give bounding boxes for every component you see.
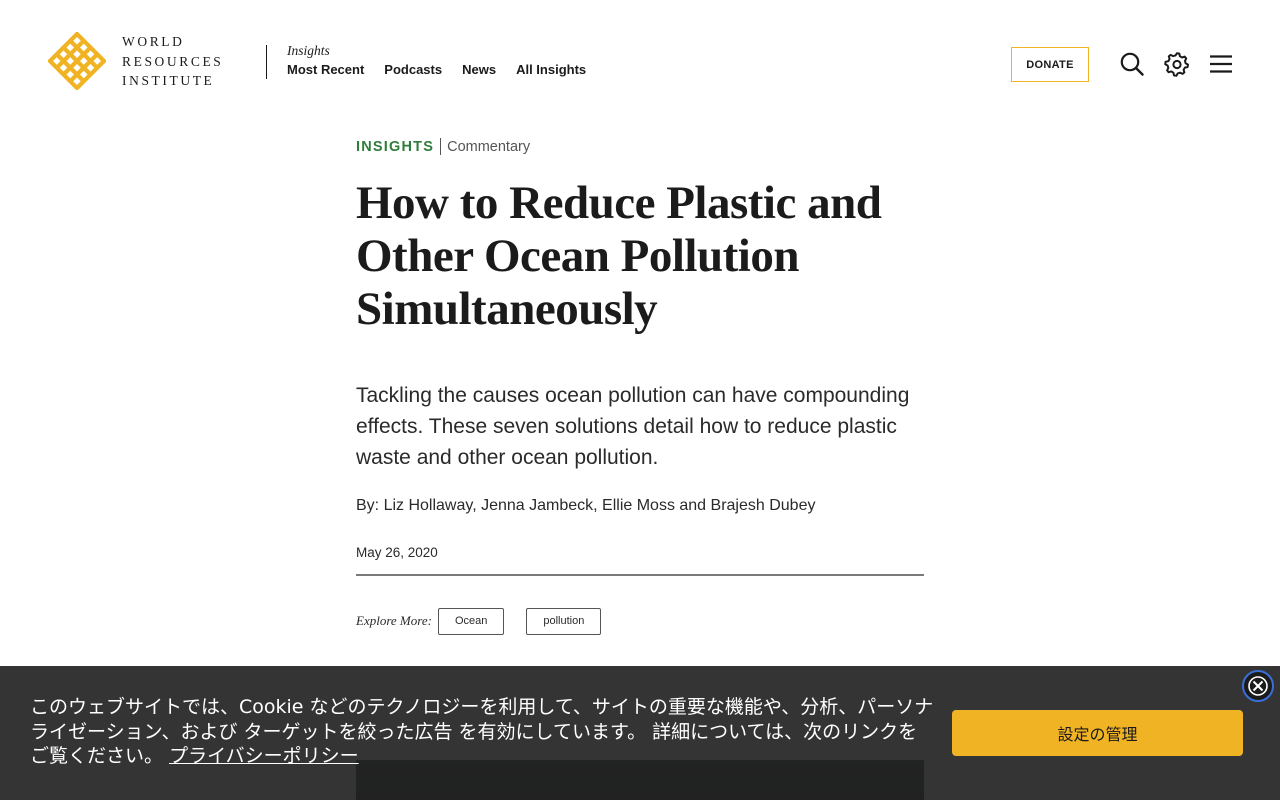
- menu-button[interactable]: [1208, 51, 1234, 77]
- search-icon: [1120, 52, 1144, 76]
- close-icon: [1248, 676, 1268, 696]
- title-line-1: How to Reduce Plastic and: [356, 177, 882, 229]
- wri-logo[interactable]: WORLD RESOURCES INSTITUTE: [48, 32, 223, 91]
- article-byline: By: Liz Hollaway, Jenna Jambeck, Ellie M…: [356, 497, 816, 514]
- gear-icon: [1164, 52, 1189, 77]
- kicker-separator: [440, 138, 442, 155]
- nav-link-all-insights[interactable]: All Insights: [516, 62, 586, 77]
- article-kicker: INSIGHTS Commentary: [356, 138, 924, 155]
- article-title: How to Reduce Plastic and Other Ocean Po…: [356, 177, 924, 336]
- wordmark-line-2: RESOURCES: [122, 53, 224, 69]
- nav-section-label[interactable]: Insights: [287, 43, 586, 59]
- wordmark-line-1: WORLD: [122, 34, 185, 49]
- cookie-message: このウェブサイトでは、Cookie などのテクノロジーを利用して、サイトの重要な…: [30, 695, 935, 769]
- hamburger-menu-icon: [1210, 55, 1232, 73]
- explore-more-label: Explore More:: [356, 613, 432, 628]
- nav-link-podcasts[interactable]: Podcasts: [384, 62, 442, 77]
- insights-nav: Insights Most Recent Podcasts News All I…: [287, 43, 586, 77]
- wri-wordmark: WORLD RESOURCES INSTITUTE: [122, 32, 223, 91]
- settings-button[interactable]: [1164, 51, 1190, 77]
- donate-button[interactable]: DONATE: [1011, 47, 1089, 82]
- article-divider: [356, 574, 924, 576]
- cookie-banner: このウェブサイトでは、Cookie などのテクノロジーを利用して、サイトの重要な…: [0, 666, 1280, 800]
- manage-settings-button[interactable]: 設定の管理: [952, 710, 1243, 756]
- nav-link-most-recent[interactable]: Most Recent: [287, 62, 364, 77]
- article-dek: Tackling the causes ocean pollution can …: [356, 384, 910, 469]
- nav-link-news[interactable]: News: [462, 62, 496, 77]
- article-type: Commentary: [447, 138, 531, 155]
- header-divider: [266, 45, 267, 79]
- tag-ocean[interactable]: Ocean: [437, 607, 505, 635]
- cookie-close-button[interactable]: [1242, 670, 1274, 702]
- search-button[interactable]: [1119, 51, 1145, 77]
- site-header: WORLD RESOURCES INSTITUTE Insights Most …: [0, 0, 1280, 124]
- title-line-3: Simultaneously: [356, 283, 658, 335]
- kicker-insights-link[interactable]: INSIGHTS: [356, 139, 434, 155]
- article: INSIGHTS Commentary How to Reduce Plasti…: [356, 138, 924, 635]
- wri-logo-mark-icon: [48, 32, 106, 91]
- explore-more: Explore More: Ocean pollution: [356, 607, 924, 635]
- nav-links: Most Recent Podcasts News All Insights: [287, 62, 586, 77]
- privacy-policy-link[interactable]: プライバシーポリシー: [169, 745, 359, 767]
- tag-pollution[interactable]: pollution: [526, 607, 602, 635]
- article-date: May 26, 2020: [356, 545, 438, 560]
- wordmark-line-3: INSTITUTE: [122, 73, 215, 88]
- title-line-2: Other Ocean Pollution: [356, 230, 799, 282]
- cookie-message-text: このウェブサイトでは、Cookie などのテクノロジーを利用して、サイトの重要な…: [30, 696, 934, 767]
